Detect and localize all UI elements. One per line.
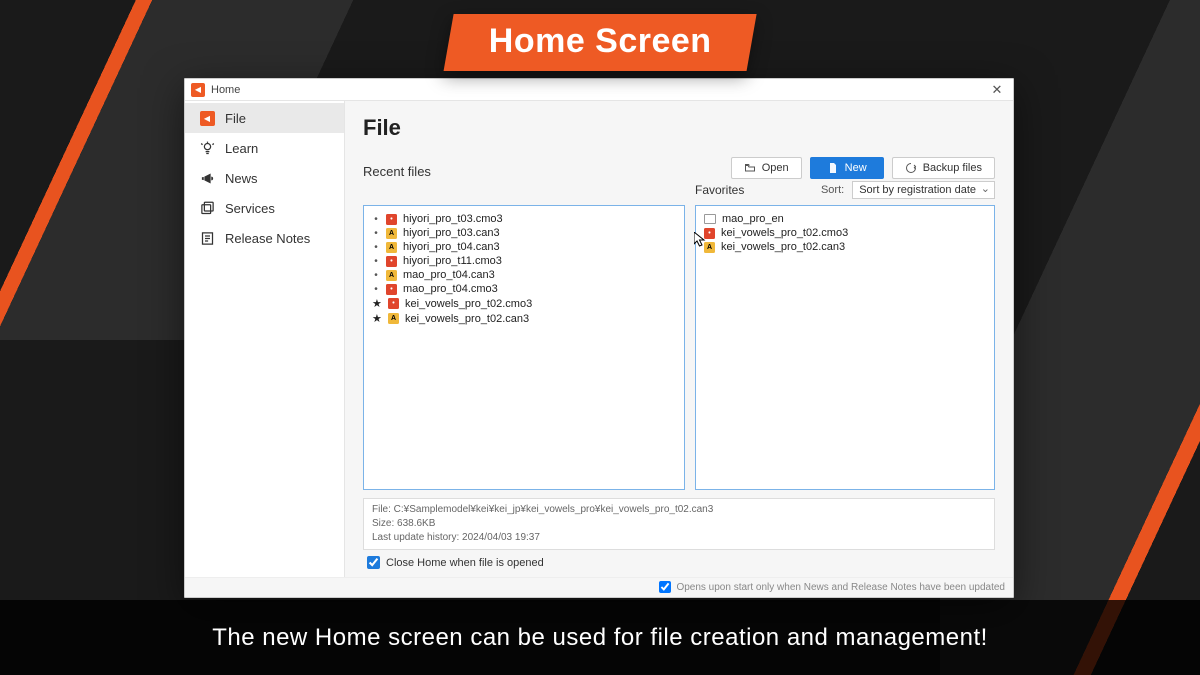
file-info-updated: Last update history: 2024/04/03 19:37 xyxy=(372,531,986,545)
can3-file-icon xyxy=(704,242,715,253)
cmo3-file-icon xyxy=(704,228,715,239)
star-icon: ★ xyxy=(372,297,382,310)
close-home-checkbox[interactable] xyxy=(367,556,380,569)
list-item[interactable]: ★ kei_vowels_pro_t02.cmo3 xyxy=(372,296,676,311)
open-on-start-checkbox-row[interactable]: Opens upon start only when News and Rele… xyxy=(659,581,1005,593)
close-home-label: Close Home when file is opened xyxy=(386,557,544,569)
list-item[interactable]: • mao_pro_t04.cmo3 xyxy=(372,282,676,296)
file-info-size: Size: 638.6KB xyxy=(372,517,986,531)
file-name: mao_pro_t04.can3 xyxy=(403,269,495,281)
file-name: mao_pro_en xyxy=(722,213,784,225)
bullet-icon: • xyxy=(372,256,380,267)
bullet-icon: • xyxy=(372,214,380,225)
file-name: hiyori_pro_t03.can3 xyxy=(403,227,500,239)
sort-label: Sort: xyxy=(821,184,844,196)
sidebar-item-news[interactable]: News xyxy=(185,163,344,193)
list-item[interactable]: • hiyori_pro_t11.cmo3 xyxy=(372,254,676,268)
caption-bar: The new Home screen can be used for file… xyxy=(0,600,1200,675)
cmo3-file-icon xyxy=(388,298,399,309)
sidebar-item-services[interactable]: Services xyxy=(185,193,344,223)
cmo3-file-icon xyxy=(386,284,397,295)
sidebar-item-label: File xyxy=(225,111,246,126)
sidebar-item-learn[interactable]: Learn xyxy=(185,133,344,163)
list-item[interactable]: • mao_pro_t04.can3 xyxy=(372,268,676,282)
cmo3-file-icon xyxy=(386,256,397,267)
can3-file-icon xyxy=(386,242,397,253)
favorites-heading: Favorites xyxy=(695,183,813,197)
can3-file-icon xyxy=(388,313,399,324)
open-on-start-label: Opens upon start only when News and Rele… xyxy=(676,582,1005,593)
bullet-icon: • xyxy=(372,242,380,253)
sidebar: File Learn News Services xyxy=(185,101,345,577)
megaphone-icon xyxy=(199,170,215,186)
list-item[interactable]: • hiyori_pro_t03.cmo3 xyxy=(372,212,676,226)
cmo3-file-icon xyxy=(386,214,397,225)
sidebar-item-label: Learn xyxy=(225,141,258,156)
bullet-icon: • xyxy=(372,284,380,295)
file-name: hiyori_pro_t04.can3 xyxy=(403,241,500,253)
file-info-panel: File: C:¥Samplemodel¥kei¥kei_jp¥kei_vowe… xyxy=(363,498,995,550)
home-window: Home ✕ File Learn News xyxy=(184,78,1014,598)
star-icon: ★ xyxy=(372,312,382,325)
file-name: kei_vowels_pro_t02.cmo3 xyxy=(721,227,848,239)
main-panel: File Recent files Open New Backup fi xyxy=(345,101,1013,577)
services-icon xyxy=(199,200,215,216)
file-name: kei_vowels_pro_t02.cmo3 xyxy=(405,298,532,310)
list-item[interactable]: • hiyori_pro_t04.can3 xyxy=(372,240,676,254)
list-item[interactable]: • hiyori_pro_t03.can3 xyxy=(372,226,676,240)
file-icon xyxy=(199,110,215,126)
sidebar-item-release-notes[interactable]: Release Notes xyxy=(185,223,344,253)
backup-icon xyxy=(905,162,917,174)
can3-file-icon xyxy=(386,228,397,239)
window-titlebar: Home ✕ xyxy=(185,79,1013,101)
file-name: kei_vowels_pro_t02.can3 xyxy=(405,313,529,325)
banner-title-text: Home Screen xyxy=(489,22,712,61)
new-file-icon xyxy=(827,162,839,174)
file-info-path: File: C:¥Samplemodel¥kei¥kei_jp¥kei_vowe… xyxy=(372,503,986,517)
folder-icon xyxy=(704,214,716,224)
bullet-icon: • xyxy=(372,270,380,281)
bullet-icon: • xyxy=(372,228,380,239)
backup-button[interactable]: Backup files xyxy=(892,157,995,179)
file-name: hiyori_pro_t11.cmo3 xyxy=(403,255,502,267)
open-button[interactable]: Open xyxy=(731,157,802,179)
window-close-button[interactable]: ✕ xyxy=(987,82,1007,98)
list-item[interactable]: ★ kei_vowels_pro_t02.can3 xyxy=(372,311,676,326)
sort-select[interactable]: Sort by registration date xyxy=(852,181,995,199)
can3-file-icon xyxy=(386,270,397,281)
file-name: kei_vowels_pro_t02.can3 xyxy=(721,241,845,253)
file-actions: Open New Backup files xyxy=(731,157,995,179)
banner-title-badge: Home Screen xyxy=(444,14,757,71)
notes-icon xyxy=(199,230,215,246)
favorites-list[interactable]: mao_pro_en kei_vowels_pro_t02.cmo3 kei_vow… xyxy=(695,205,995,490)
window-footer: Opens upon start only when News and Rele… xyxy=(185,577,1013,597)
folder-open-icon xyxy=(744,162,756,174)
list-item[interactable]: kei_vowels_pro_t02.can3 xyxy=(704,240,986,254)
open-on-start-checkbox[interactable] xyxy=(659,581,671,593)
app-icon xyxy=(191,83,205,97)
list-item[interactable]: mao_pro_en xyxy=(704,212,986,226)
sidebar-item-label: News xyxy=(225,171,258,186)
file-name: mao_pro_t04.cmo3 xyxy=(403,283,498,295)
new-button[interactable]: New xyxy=(810,157,884,179)
caption-text: The new Home screen can be used for file… xyxy=(212,624,988,652)
recent-files-heading: Recent files xyxy=(363,164,431,179)
lightbulb-icon xyxy=(199,140,215,156)
window-title: Home xyxy=(211,84,240,96)
close-home-checkbox-row[interactable]: Close Home when file is opened xyxy=(363,550,995,571)
recent-files-list[interactable]: • hiyori_pro_t03.cmo3 • hiyori_pro_t03.can3… xyxy=(363,205,685,490)
sidebar-item-file[interactable]: File xyxy=(185,103,344,133)
file-name: hiyori_pro_t03.cmo3 xyxy=(403,213,503,225)
sidebar-item-label: Release Notes xyxy=(225,231,310,246)
page-title: File xyxy=(363,115,995,141)
list-item[interactable]: kei_vowels_pro_t02.cmo3 xyxy=(704,226,986,240)
sidebar-item-label: Services xyxy=(225,201,275,216)
